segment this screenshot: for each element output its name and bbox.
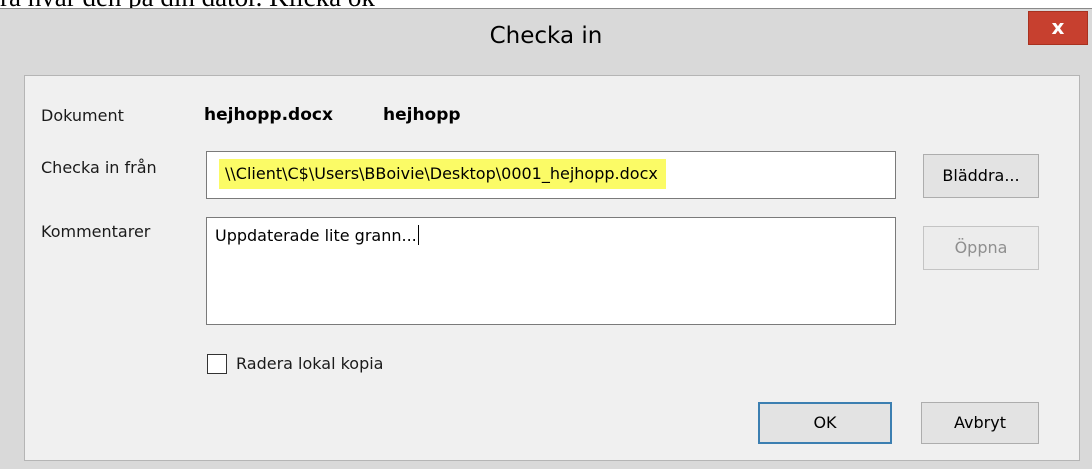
comments-textarea[interactable]: Uppdaterade lite grann...	[206, 217, 896, 325]
document-label: Dokument	[41, 106, 124, 125]
dialog-content: Dokument hejhopp.docx hejhopp Checka in …	[24, 75, 1080, 461]
ok-button[interactable]: OK	[758, 402, 892, 444]
comments-content: Uppdaterade lite grann...	[215, 225, 419, 245]
dialog-title: Checka in	[489, 23, 603, 49]
title-bar[interactable]: Checka in x	[0, 9, 1092, 77]
delete-local-copy-label[interactable]: Radera lokal kopia	[236, 354, 383, 373]
close-icon: x	[1051, 15, 1065, 39]
browse-button[interactable]: Bläddra...	[923, 154, 1039, 198]
checkin-from-label: Checka in från	[41, 158, 157, 177]
comments-value: Uppdaterade lite grann...	[215, 226, 417, 245]
document-title: hejhopp	[383, 105, 461, 125]
open-button[interactable]: Öppna	[923, 226, 1039, 270]
checkin-path-value: \\Client\C$\Users\BBoivie\Desktop\0001_h…	[219, 159, 666, 189]
text-caret	[417, 225, 419, 245]
checkin-path-input[interactable]: \\Client\C$\Users\BBoivie\Desktop\0001_h…	[206, 151, 896, 199]
delete-local-copy-checkbox[interactable]	[207, 354, 227, 374]
comments-label: Kommentarer	[41, 222, 151, 241]
cancel-button[interactable]: Avbryt	[921, 402, 1039, 444]
checkin-dialog: Checka in x Dokument hejhopp.docx hejhop…	[0, 8, 1092, 469]
close-button[interactable]: x	[1028, 11, 1088, 45]
document-filename: hejhopp.docx	[204, 105, 333, 125]
